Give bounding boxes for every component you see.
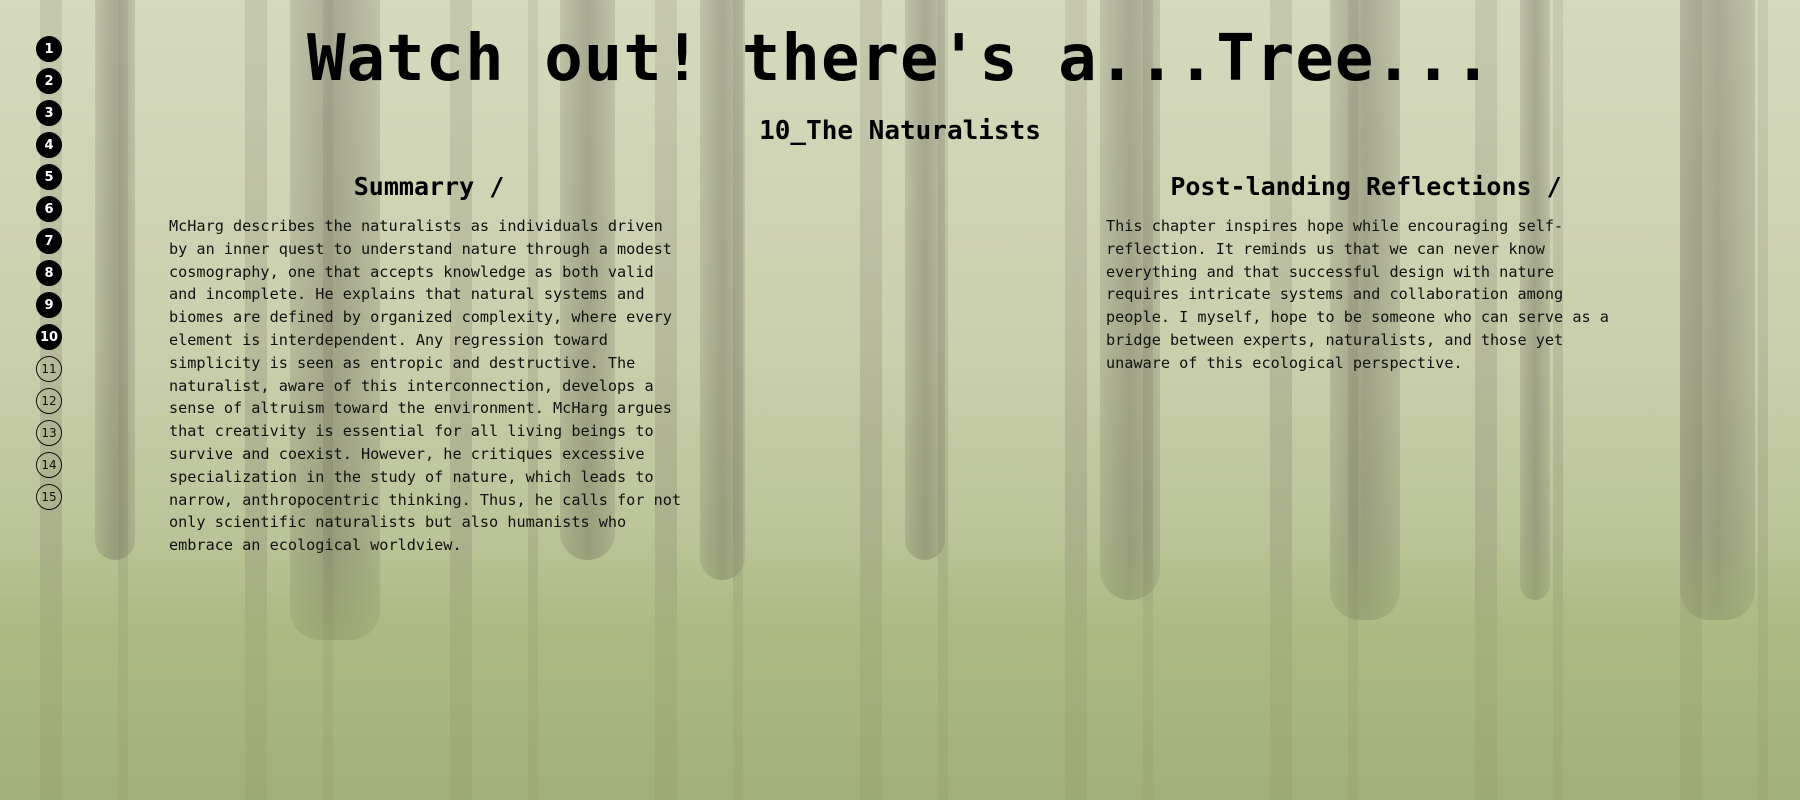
chapter-link-7[interactable]: 7 [36, 228, 62, 254]
reflections-section: Post-landing Reflections / This chapter … [1106, 172, 1626, 375]
forest-floor [0, 540, 1800, 800]
chapter-link-13[interactable]: 13 [36, 420, 62, 446]
chapter-title: 10_The Naturalists [759, 116, 1041, 146]
chapter-link-11[interactable]: 11 [36, 356, 62, 382]
chapter-link-10[interactable]: 10 [36, 324, 62, 350]
summary-section: Summarry / McHarg describes the naturali… [169, 172, 689, 557]
reflections-heading: Post-landing Reflections / [1170, 172, 1562, 201]
chapter-nav: 1 2 3 4 5 6 7 8 9 10 11 12 13 14 15 [36, 36, 62, 510]
reflections-text: This chapter inspires hope while encoura… [1106, 217, 1609, 372]
chapter-link-8[interactable]: 8 [36, 260, 62, 286]
page-title: Watch out! there's a...Tree... [307, 22, 1493, 96]
chapter-link-15[interactable]: 15 [36, 484, 62, 510]
summary-heading: Summarry / [353, 172, 505, 201]
chapter-link-6[interactable]: 6 [36, 196, 62, 222]
chapter-link-9[interactable]: 9 [36, 292, 62, 318]
chapter-link-5[interactable]: 5 [36, 164, 62, 190]
summary-text: McHarg describes the naturalists as indi… [169, 217, 682, 555]
chapter-link-12[interactable]: 12 [36, 388, 62, 414]
chapter-link-14[interactable]: 14 [36, 452, 62, 478]
